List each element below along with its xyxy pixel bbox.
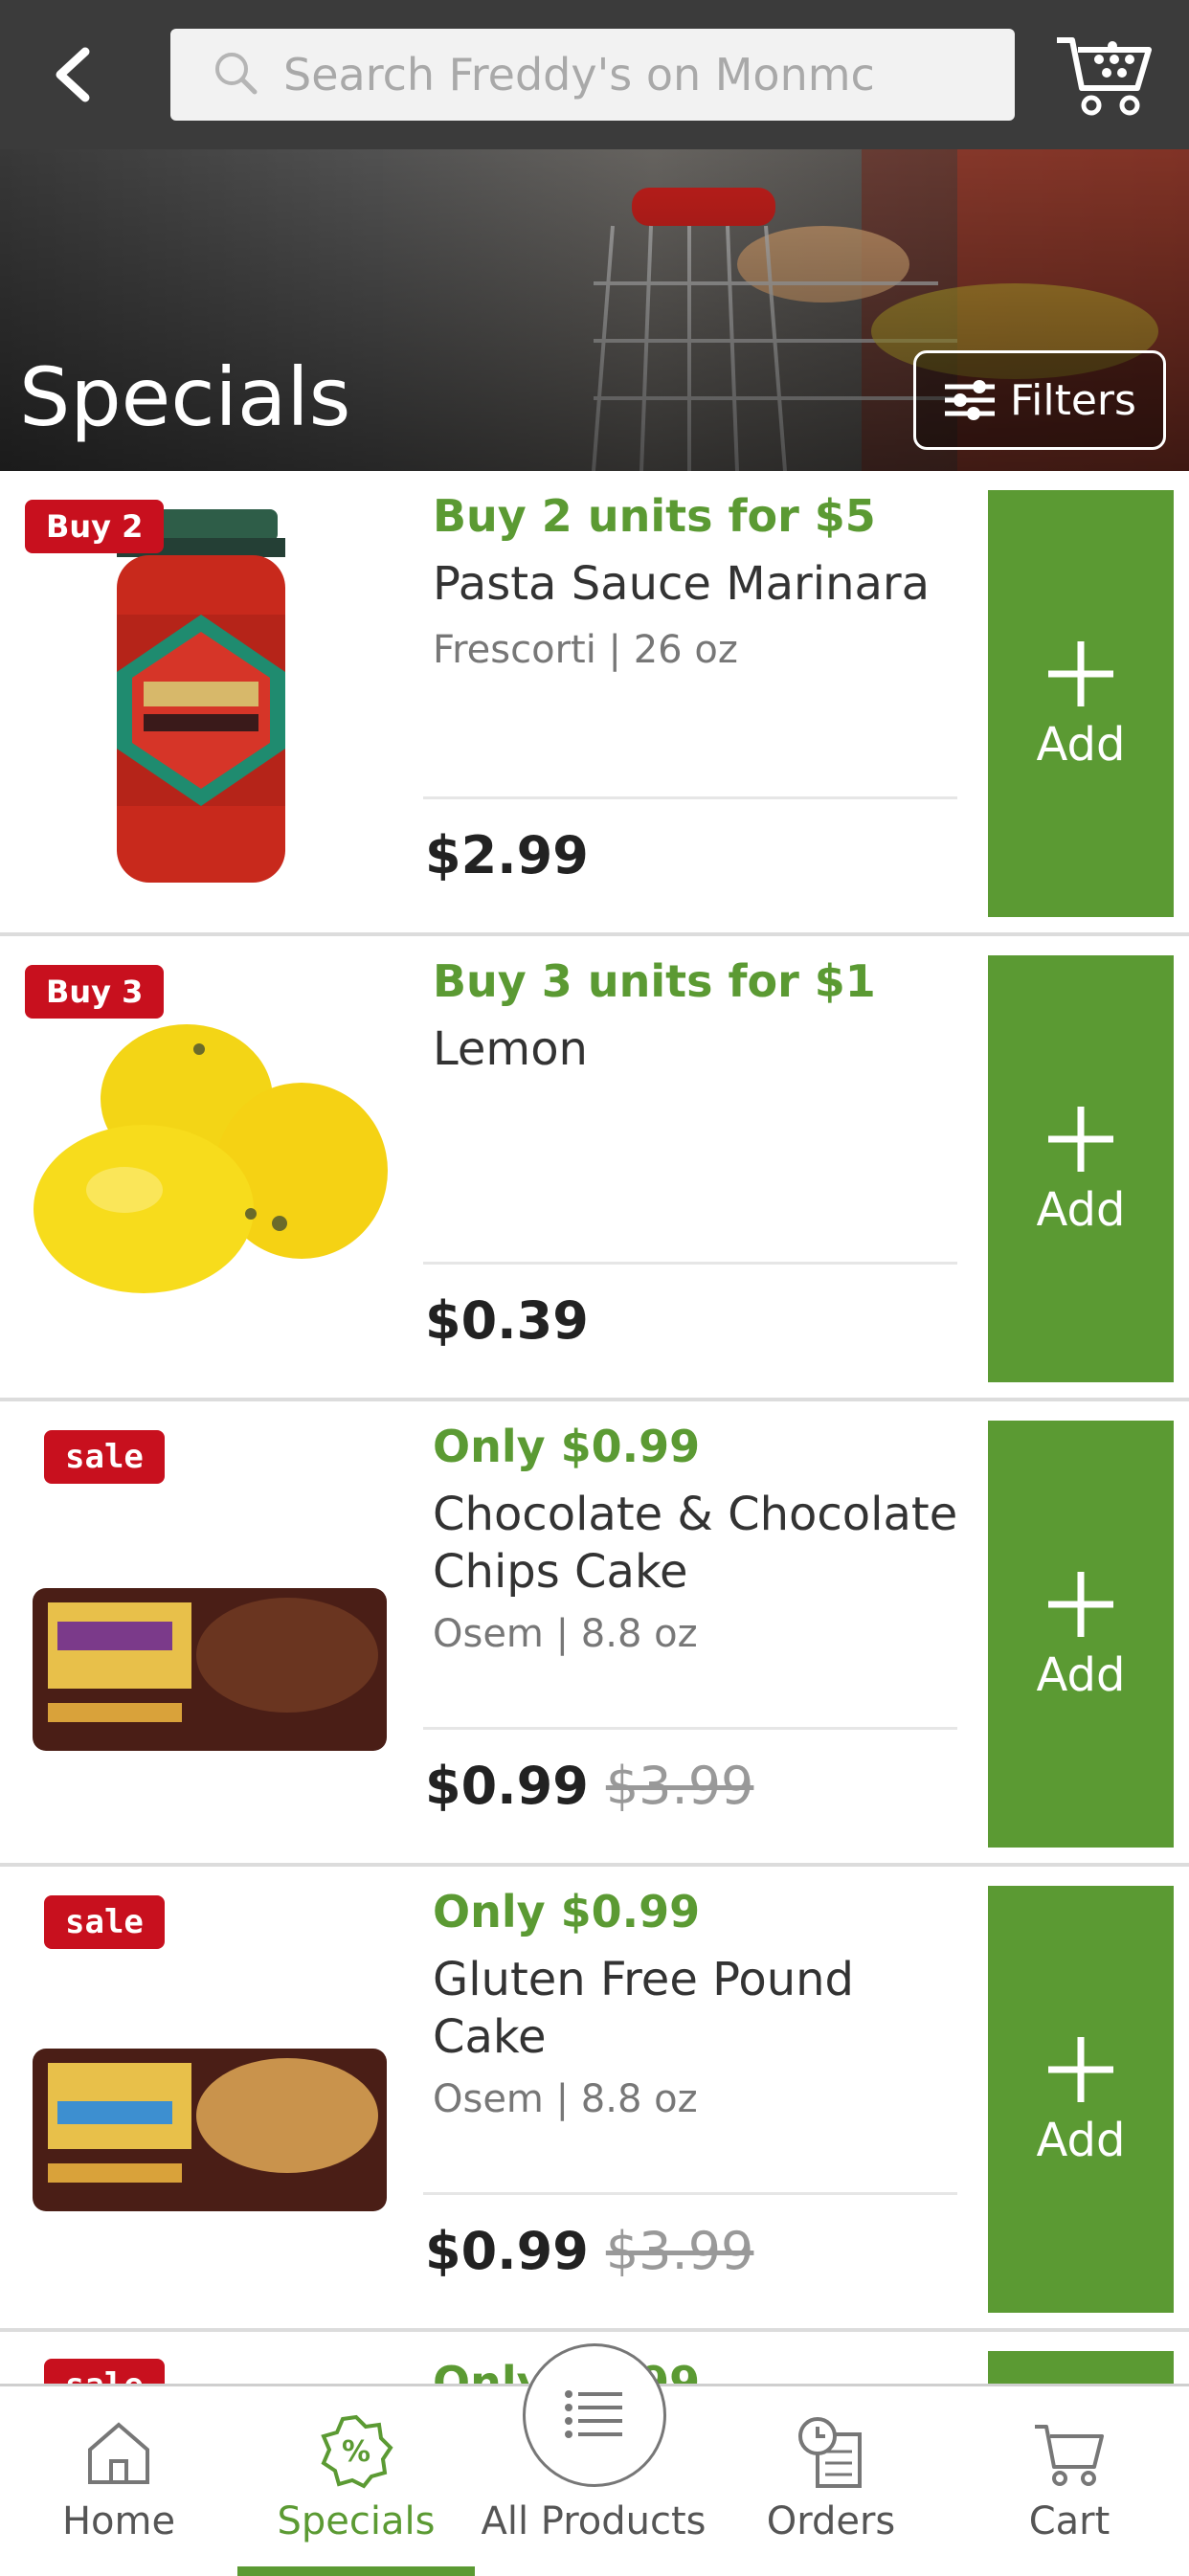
product-meta: Frescorti | 26 oz bbox=[433, 628, 738, 672]
price: $0.39 bbox=[425, 1290, 589, 1351]
tab-cart[interactable]: Cart bbox=[950, 2386, 1189, 2576]
list-item[interactable]: Buy 2 Buy 2 units for $5 Pasta Sauce Mar… bbox=[0, 471, 1189, 936]
current-price: $0.99 bbox=[425, 1756, 589, 1816]
search-input[interactable]: Search Freddy's on Monmc bbox=[170, 29, 1015, 121]
product-name[interactable]: Chocolate & Chocolate Chips Cake bbox=[433, 1486, 969, 1601]
product-name[interactable]: Pasta Sauce Marinara bbox=[433, 555, 969, 613]
add-button[interactable]: Add bbox=[988, 955, 1174, 1382]
search-icon bbox=[215, 53, 258, 95]
current-price: $2.99 bbox=[425, 825, 589, 885]
tab-cart-label: Cart bbox=[1028, 2499, 1110, 2543]
divider bbox=[423, 1262, 957, 1265]
price: $0.99 $3.99 bbox=[425, 1756, 753, 1816]
price: $2.99 bbox=[425, 825, 589, 885]
deal-text: Only $0.99 bbox=[433, 1421, 701, 1472]
active-tab-indicator bbox=[237, 2566, 475, 2576]
filters-label: Filters bbox=[1010, 375, 1136, 425]
top-bar: Search Freddy's on Monmc bbox=[0, 0, 1189, 149]
price: $0.99 $3.99 bbox=[425, 2221, 753, 2281]
plus-icon bbox=[1048, 2037, 1113, 2102]
back-button[interactable] bbox=[38, 36, 105, 113]
add-button[interactable]: Add bbox=[988, 1886, 1174, 2313]
all-products-button[interactable] bbox=[523, 2343, 666, 2487]
add-label: Add bbox=[1036, 718, 1126, 772]
add-label: Add bbox=[1036, 1648, 1126, 1702]
chocolate-cake-package-image bbox=[33, 1588, 387, 1751]
svg-text:%: % bbox=[342, 2435, 370, 2469]
tab-home[interactable]: Home bbox=[0, 2386, 237, 2576]
sale-badge: sale bbox=[44, 1430, 165, 1484]
list-icon bbox=[565, 2390, 622, 2438]
current-price: $0.99 bbox=[425, 2221, 589, 2281]
pound-cake-package-image bbox=[33, 2049, 387, 2211]
add-label: Add bbox=[1036, 2114, 1126, 2167]
hero-banner: Specials Filters bbox=[0, 149, 1189, 471]
list-item[interactable]: sale Only $0.99 Chocolate & Chocolate Ch… bbox=[0, 1401, 1189, 1867]
original-price: $3.99 bbox=[605, 2221, 754, 2281]
deal-text: Buy 2 units for $5 bbox=[433, 490, 876, 542]
product-meta: Osem | 8.8 oz bbox=[433, 2077, 698, 2121]
tab-specials[interactable]: % Specials bbox=[237, 2386, 475, 2576]
product-name[interactable]: Gluten Free Pound Cake bbox=[433, 1951, 969, 2066]
search-placeholder: Search Freddy's on Monmc bbox=[283, 49, 875, 101]
tab-orders[interactable]: Orders bbox=[712, 2386, 950, 2576]
cart-icon bbox=[1035, 2425, 1104, 2486]
add-label: Add bbox=[1036, 1183, 1126, 1237]
divider bbox=[423, 1727, 957, 1730]
sale-badge: sale bbox=[44, 1895, 165, 1949]
pasta-sauce-jar-image bbox=[117, 509, 285, 883]
promo-badge: Buy 2 bbox=[25, 500, 165, 553]
plus-icon bbox=[1048, 641, 1113, 706]
deal-text: Only $0.99 bbox=[433, 1886, 701, 1938]
promo-badge: Buy 3 bbox=[25, 965, 165, 1019]
divider bbox=[423, 2192, 957, 2195]
add-button[interactable]: Add bbox=[988, 490, 1174, 917]
lemons-image bbox=[34, 1024, 388, 1293]
current-price: $0.39 bbox=[425, 1290, 589, 1351]
tab-specials-label: Specials bbox=[277, 2499, 436, 2543]
divider bbox=[423, 796, 957, 799]
deal-text: Buy 3 units for $1 bbox=[433, 955, 876, 1007]
chevron-left-icon bbox=[56, 47, 90, 102]
home-icon bbox=[88, 2422, 149, 2484]
tab-all-products-label: All Products bbox=[481, 2499, 707, 2543]
list-item[interactable]: Buy 3 Buy 3 units for $1 Lemon $0.39 Add bbox=[0, 936, 1189, 1401]
sliders-icon bbox=[945, 380, 996, 420]
percent-badge-icon: % bbox=[321, 2414, 393, 2489]
product-name[interactable]: Lemon bbox=[433, 1020, 969, 1078]
add-button[interactable]: Add bbox=[988, 1421, 1174, 1848]
product-meta: Osem | 8.8 oz bbox=[433, 1612, 698, 1656]
cart-icon[interactable] bbox=[1053, 27, 1158, 123]
plus-icon bbox=[1048, 1107, 1113, 1172]
filters-button[interactable]: Filters bbox=[913, 350, 1166, 450]
tab-home-label: Home bbox=[61, 2499, 176, 2543]
page-title: Specials bbox=[19, 350, 351, 444]
plus-icon bbox=[1048, 1572, 1113, 1637]
original-price: $3.99 bbox=[605, 1756, 754, 1816]
list-item[interactable]: sale Only $0.99 Gluten Free Pound Cake O… bbox=[0, 1867, 1189, 2332]
tab-orders-label: Orders bbox=[766, 2499, 896, 2543]
orders-icon bbox=[798, 2417, 862, 2488]
